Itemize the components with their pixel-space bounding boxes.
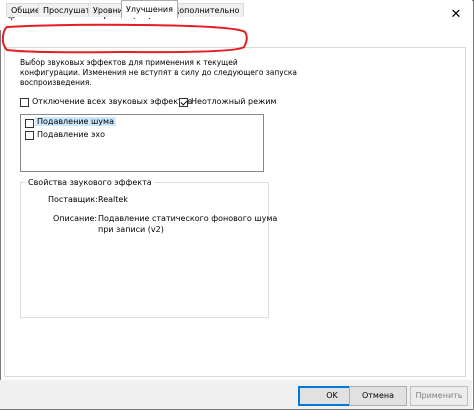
immediate-mode-checkbox[interactable] [179,98,188,107]
description-line-1: Выбор звуковых эффектов для применения к… [20,58,238,67]
tab-advanced[interactable]: Дополнительно [168,3,245,17]
red-annotation-ellipse [1,23,248,54]
enhancements-description: Выбор звуковых эффектов для применения к… [20,58,320,88]
provider-value: Realtek [98,195,128,204]
disable-all-effects-checkbox[interactable] [20,98,29,107]
close-icon: ✕ [450,7,462,22]
apply-button[interactable]: Применить [410,386,468,406]
echo-cancellation-checkbox[interactable] [25,131,34,140]
immediate-mode-label: Неотложный режим [191,97,277,106]
description-line-2: конфигурации. Изменения не вступят в сил… [20,68,297,77]
cancel-button[interactable]: Отмена [349,386,407,406]
description-value-line-2: при записи (v2) [98,225,164,234]
effect-item-echo-cancellation[interactable]: Подавление эхо [37,130,105,139]
description-line-3: воспроизведения. [20,78,92,87]
close-button[interactable]: ✕ [448,7,464,23]
noise-suppression-checkbox[interactable] [25,119,34,128]
description-label: Описание: [53,214,98,223]
effect-item-noise-suppression[interactable]: Подавление шума [35,117,116,126]
effect-properties-title: Свойства звукового эффекта [26,178,154,187]
tab-enhancements[interactable]: Улучшения [121,0,178,18]
disable-all-effects-label: Отключение всех звуковых эффектов [32,97,193,106]
provider-label: Поставщик: [48,195,98,204]
description-value-line-1: Подавление статического фонового шума [98,214,278,223]
